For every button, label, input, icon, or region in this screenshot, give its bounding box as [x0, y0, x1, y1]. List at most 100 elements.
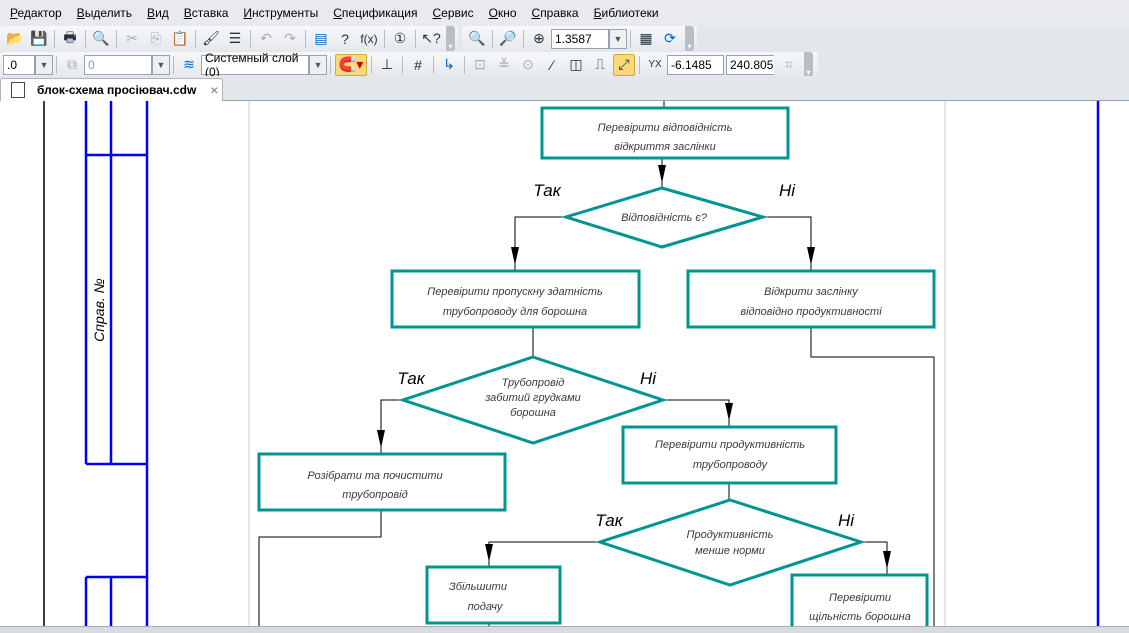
round-coords-icon[interactable]: ⤢	[613, 53, 635, 76]
zoom-dropdown[interactable]: ▼	[609, 28, 627, 49]
save-icon[interactable]: 💾	[28, 28, 50, 50]
box-text: щільність борошна	[809, 611, 911, 623]
standard-toolbar: 📂 💾 🖶 🔍 ✂ ⎘ 📋 🖌 ☰ ↶ ↷ ▤ ? f(x) ① ↖? ▾	[0, 26, 458, 51]
properties-icon[interactable]: ☰	[224, 28, 246, 50]
current-state-toolbar: .0 ▼ ⧉ 0 ▼ ≋ Системный слой (0) ▼ 🧲▾ ⊥ #…	[0, 51, 798, 79]
connectors	[258, 101, 935, 626]
undo-icon[interactable]: ↶	[255, 28, 277, 50]
grid-icon[interactable]: #	[407, 54, 429, 76]
open-icon[interactable]: 📂	[4, 28, 26, 50]
cursor-coords-icon[interactable]: YX	[644, 54, 666, 76]
variables-icon[interactable]: ?	[334, 28, 356, 50]
format-brush-icon[interactable]: 🖌	[200, 28, 222, 50]
decision-text: Трубопровід	[502, 377, 565, 389]
decision-3[interactable]: Продуктивність менше норми	[595, 498, 866, 587]
document-tab[interactable]: блок-схема просіювач.cdw ×	[0, 78, 223, 101]
paste-icon[interactable]: 📋	[169, 28, 191, 50]
flow-box-5[interactable]: Перевірити продуктивність трубопроводу	[621, 425, 838, 485]
drawing-canvas[interactable]: Справ. № Перевірити відповідність відкри…	[0, 101, 1129, 626]
style-dropdown[interactable]: ▼	[35, 54, 53, 75]
box-text: відкриття заслінки	[614, 141, 715, 153]
decision-text: Продуктивність	[687, 529, 774, 541]
tool-icon-5[interactable]: ◫	[565, 54, 587, 76]
flow-box-4[interactable]: Розібрати та почистити трубопровід	[257, 452, 507, 512]
menu-tools[interactable]: Инструменты	[243, 6, 318, 20]
flow-box-3[interactable]: Відкрити заслінку відповідно продуктивно…	[686, 269, 936, 329]
menu-view[interactable]: Вид	[147, 6, 169, 20]
box-text: Збільшити	[449, 581, 507, 593]
document-icon	[11, 82, 25, 98]
view-number-field[interactable]: 0	[84, 54, 152, 75]
menu-specification[interactable]: Спецификация	[333, 6, 417, 20]
box-text: Перевірити відповідність	[598, 122, 733, 134]
preview-icon[interactable]: 🔍	[90, 28, 112, 50]
no-label: Ні	[779, 181, 796, 200]
stamp-label: Справ. №	[91, 278, 107, 342]
tool-icon-4[interactable]: ⁄	[541, 54, 563, 76]
menu-insert[interactable]: Вставка	[184, 6, 229, 20]
menu-bar: Редактор Выделить Вид Вставка Инструмент…	[0, 0, 1129, 26]
decision-1[interactable]: Відповідність є?	[560, 186, 769, 249]
toolbar-grip[interactable]: ▾	[685, 26, 694, 51]
no-label: Ні	[838, 511, 855, 530]
box-text: відповідно продуктивності	[740, 306, 882, 318]
box-text: трубопроводу	[693, 459, 769, 471]
decision-text: забитий грудками	[484, 392, 581, 404]
decision-text: борошна	[510, 407, 556, 419]
toolbar-grip[interactable]: ▾	[804, 52, 813, 77]
view-icon[interactable]: ⧉	[61, 54, 83, 76]
arrowheads	[377, 165, 891, 569]
ortho-icon[interactable]: ⊥	[376, 54, 398, 76]
help-pointer-icon[interactable]: ↖?	[420, 28, 442, 50]
toolbar-grip[interactable]: ▾	[446, 26, 455, 51]
zoom-field[interactable]: 1.3587	[551, 28, 609, 49]
yes-label: Так	[533, 181, 561, 200]
box-text: Перевірити	[829, 592, 891, 604]
close-tab-icon[interactable]: ×	[210, 82, 218, 98]
menu-libraries[interactable]: Библиотеки	[594, 6, 659, 20]
menu-select[interactable]: Выделить	[77, 6, 132, 20]
document-tab-title: блок-схема просіювач.cdw	[37, 83, 197, 97]
redo-icon[interactable]: ↷	[279, 28, 301, 50]
menu-editor[interactable]: Редактор	[10, 6, 62, 20]
refresh-icon[interactable]: ⟳	[659, 28, 681, 50]
menu-help[interactable]: Справка	[532, 6, 579, 20]
box-text: трубопроводу для борошна	[443, 306, 587, 318]
flow-box-2[interactable]: Перевірити пропускну здатність трубопров…	[390, 269, 641, 329]
tool-icon-1[interactable]: ⊡	[469, 54, 491, 76]
cut-icon[interactable]: ✂	[121, 28, 143, 50]
local-cs-icon[interactable]: ↳	[438, 54, 460, 76]
show-all-icon[interactable]: ▦	[635, 28, 657, 50]
view-dropdown[interactable]: ▼	[152, 54, 170, 75]
zoom-all-icon[interactable]: 🔎	[497, 28, 519, 50]
flow-box-7[interactable]: Перевірити щільність борошна	[790, 573, 929, 626]
layer-dropdown[interactable]: ▼	[309, 54, 327, 75]
numbering-icon[interactable]: ①	[389, 28, 411, 50]
flow-box-1[interactable]: Перевірити відповідність відкриття заслі…	[540, 106, 790, 160]
menu-service[interactable]: Сервис	[433, 6, 474, 20]
drawing-frame: Справ. №	[43, 101, 1100, 626]
flow-box-6[interactable]: Збільшити подачу	[425, 565, 562, 625]
yes-label: Так	[595, 511, 623, 530]
tool-icon-2[interactable]: ≚	[493, 54, 515, 76]
tool-icon-6[interactable]: ⎍	[589, 54, 611, 76]
box-text: Перевірити продуктивність	[655, 439, 805, 451]
disabled-tool-icon[interactable]: ⌗	[778, 54, 800, 76]
print-icon[interactable]: 🖶	[59, 28, 81, 50]
status-bar	[0, 626, 1129, 633]
tool-icon-3[interactable]: ⊙	[517, 54, 539, 76]
function-icon[interactable]: f(x)	[358, 28, 380, 50]
zoom-in-icon[interactable]: ⊕	[528, 28, 550, 50]
extra-toolbar: ⌗ ▾	[774, 52, 818, 77]
layer-field[interactable]: Системный слой (0)	[201, 51, 309, 79]
layers-icon[interactable]: ≋	[178, 54, 200, 76]
snap-magnet-icon[interactable]: 🧲▾	[335, 53, 367, 76]
yes-label: Так	[397, 369, 425, 388]
view-toolbar: 🔍 🔎 ⊕ 1.3587 ▼ ▦ ⟳ ▾	[462, 26, 697, 51]
manager-icon[interactable]: ▤	[310, 28, 332, 50]
zoom-window-icon[interactable]: 🔍	[466, 28, 488, 50]
menu-window[interactable]: Окно	[489, 6, 517, 20]
copy-icon[interactable]: ⎘	[145, 28, 167, 50]
coord-x-field[interactable]: -6.1485	[667, 54, 724, 75]
style-field[interactable]: .0	[3, 54, 35, 75]
